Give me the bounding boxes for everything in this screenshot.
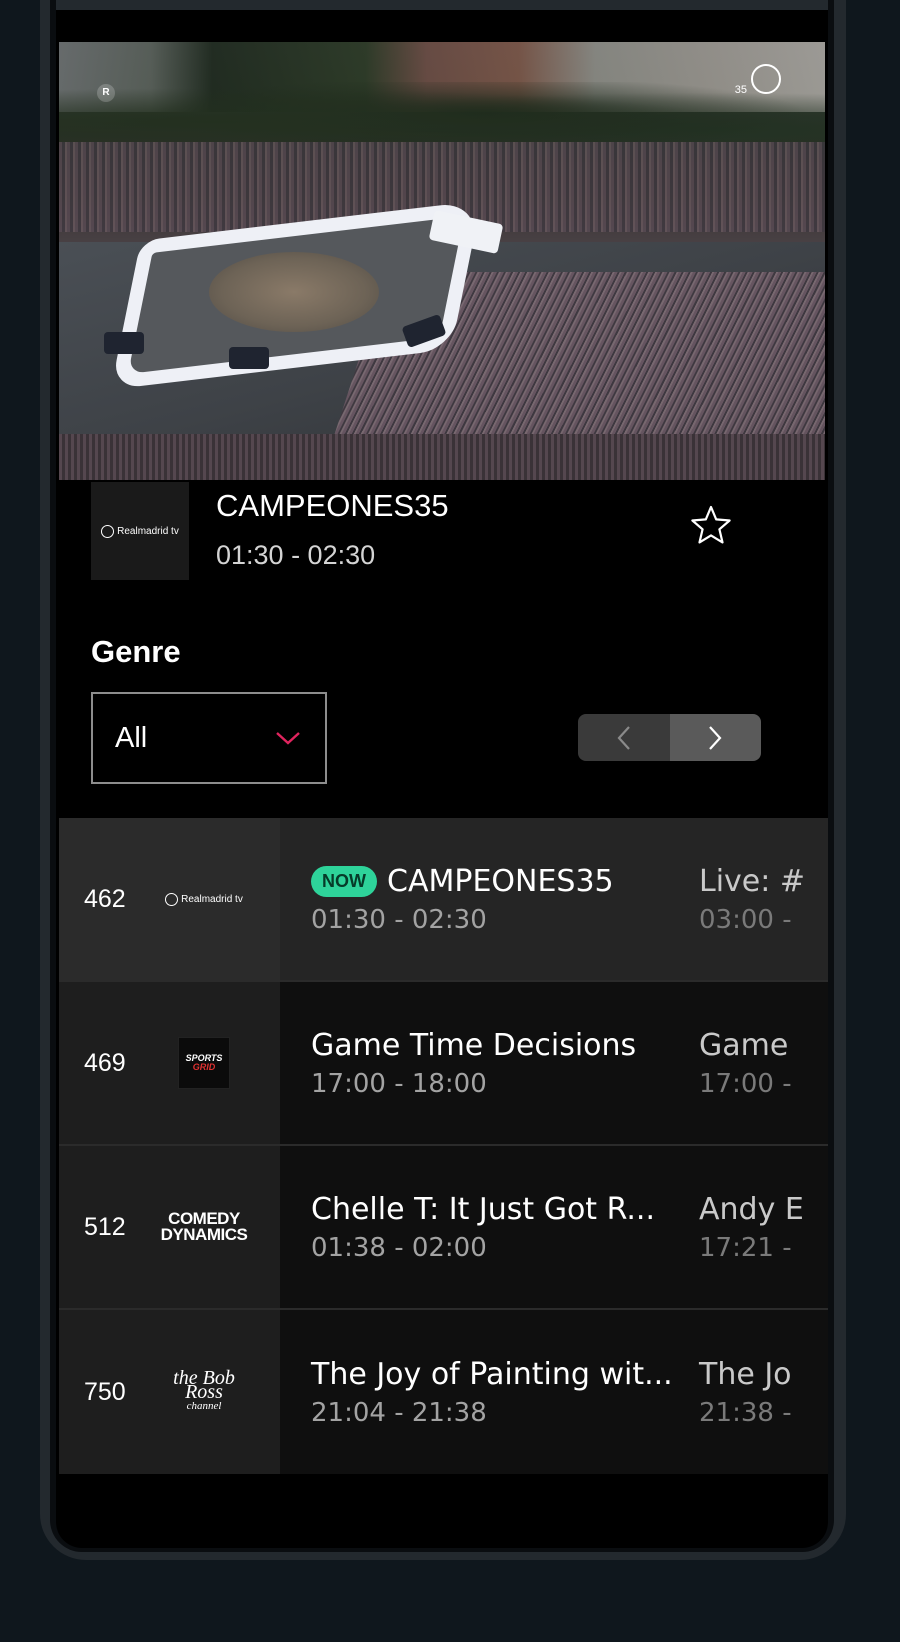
program-time: 01:30 - 02:30: [311, 904, 487, 935]
program-title: CAMPEONES35: [387, 863, 614, 899]
channel-cell[interactable]: 469 SPORTS GRID: [59, 982, 280, 1144]
time-pager: [578, 714, 761, 761]
program-next[interactable]: Live: # 03:00 -: [699, 818, 828, 980]
crest-icon: [101, 524, 115, 538]
program-cells: The Joy of Painting wit... 21:04 - 21:38…: [280, 1310, 828, 1474]
channel-guide-list: 462 Realmadrid tv NOW CAMPEONES35 01:30 …: [59, 818, 828, 1474]
channel-logo: Realmadrid tv: [159, 818, 249, 980]
program-next[interactable]: The Jo 21:38 -: [699, 1310, 828, 1474]
program-title: Game: [699, 1027, 789, 1063]
broadcast-rating-icon: R: [97, 84, 115, 102]
program-next[interactable]: Game 17:00 -: [699, 982, 828, 1144]
channel-number: 462: [84, 884, 126, 913]
chevron-down-icon: [276, 732, 300, 745]
program-time: 03:00 -: [699, 904, 792, 935]
channel-number: 750: [84, 1377, 126, 1406]
program-current[interactable]: Game Time Decisions 17:00 - 18:00: [311, 982, 671, 1144]
current-program-time: 01:30 - 02:30: [216, 540, 376, 570]
channel-cell[interactable]: 462 Realmadrid tv: [59, 818, 280, 980]
program-next[interactable]: Andy E 17:21 -: [699, 1146, 828, 1308]
program-title: Game Time Decisions: [311, 1027, 637, 1063]
channel-cell[interactable]: 512 COMEDY DYNAMICS: [59, 1146, 280, 1308]
program-title: The Joy of Painting wit...: [311, 1356, 673, 1392]
previous-page-button[interactable]: [578, 714, 670, 761]
comedy-dynamics-logo: COMEDY DYNAMICS: [160, 1209, 248, 1244]
program-time: 17:00 -: [699, 1068, 792, 1099]
video-scene-van: [229, 347, 269, 369]
realmadrid-tv-logo: Realmadrid tv: [101, 524, 179, 538]
program-current[interactable]: The Joy of Painting wit... 21:04 - 21:38: [311, 1310, 673, 1474]
current-channel-logo: Realmadrid tv: [91, 482, 189, 580]
guide-row[interactable]: 469 SPORTS GRID Game Time Decisions 17:0…: [59, 982, 828, 1146]
program-cells: Chelle T: It Just Got R... 01:38 - 02:00…: [280, 1146, 828, 1308]
broadcast-badge-number: 35: [734, 84, 747, 96]
program-current[interactable]: NOW CAMPEONES35 01:30 - 02:30: [311, 818, 671, 980]
genre-label: Genre: [91, 634, 181, 669]
current-program-title: CAMPEONES35: [216, 488, 449, 523]
program-title: The Jo: [699, 1356, 792, 1392]
channel-logo: the Bob Ross channel: [159, 1310, 249, 1474]
genre-selected-value: All: [115, 721, 148, 754]
video-scene-crowd: [59, 434, 825, 480]
program-time: 17:00 - 18:00: [311, 1068, 487, 1099]
sports-grid-logo: SPORTS GRID: [178, 1037, 230, 1089]
chevron-left-icon: [617, 725, 630, 750]
tv-guide-screen: R 35 Realmadrid tv CAMPEONES35 01:30 - 0…: [56, 10, 828, 1548]
program-time: 17:21 -: [699, 1232, 792, 1263]
channel-number: 469: [84, 1048, 126, 1077]
channel-crest-icon: [751, 64, 781, 94]
program-time: 21:04 - 21:38: [311, 1397, 487, 1428]
now-badge: NOW: [311, 865, 377, 897]
program-title: Chelle T: It Just Got R...: [311, 1191, 655, 1227]
channel-logo: SPORTS GRID: [159, 982, 249, 1144]
crest-icon: [165, 892, 179, 906]
chevron-right-icon: [709, 725, 722, 750]
bob-ross-channel-logo: the Bob Ross channel: [173, 1367, 235, 1412]
guide-row[interactable]: 750 the Bob Ross channel The Joy of Pain…: [59, 1310, 828, 1474]
channel-logo: COMEDY DYNAMICS: [159, 1146, 249, 1308]
program-title: Live: #: [699, 863, 806, 899]
program-time: 01:38 - 02:00: [311, 1232, 487, 1263]
program-cells: NOW CAMPEONES35 01:30 - 02:30 Live: # 03…: [280, 818, 828, 980]
video-scene-fountain: [209, 252, 379, 332]
video-scene-van: [104, 332, 144, 354]
realmadrid-tv-logo: Realmadrid tv: [165, 892, 243, 906]
genre-dropdown[interactable]: All: [91, 692, 327, 784]
program-time: 21:38 -: [699, 1397, 792, 1428]
channel-cell[interactable]: 750 the Bob Ross channel: [59, 1310, 280, 1474]
program-cells: Game Time Decisions 17:00 - 18:00 Game 1…: [280, 982, 828, 1144]
guide-row[interactable]: 512 COMEDY DYNAMICS Chelle T: It Just Go…: [59, 1146, 828, 1310]
guide-row[interactable]: 462 Realmadrid tv NOW CAMPEONES35 01:30 …: [59, 818, 828, 982]
program-title: Andy E: [699, 1191, 804, 1227]
channel-number: 512: [84, 1212, 126, 1241]
video-preview[interactable]: R 35: [59, 42, 825, 480]
program-current[interactable]: Chelle T: It Just Got R... 01:38 - 02:00: [311, 1146, 671, 1308]
next-page-button[interactable]: [669, 714, 761, 761]
star-outline-icon[interactable]: [690, 504, 732, 546]
